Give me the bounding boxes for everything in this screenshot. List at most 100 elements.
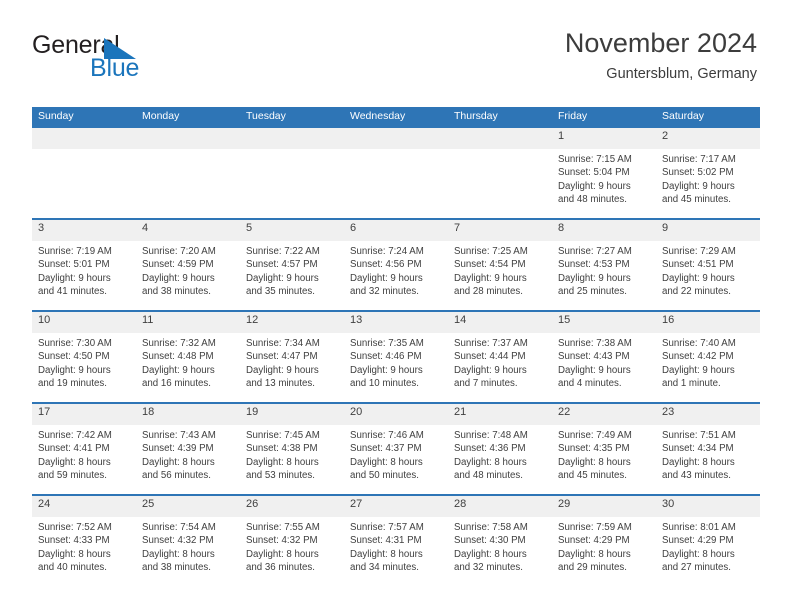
weekday-header-wednesday: Wednesday — [350, 110, 406, 122]
day-number[interactable]: 20 — [344, 404, 448, 425]
sunset-text: Sunset: 5:01 PM — [38, 259, 110, 271]
page-header: General Blue November 2024 Guntersblum, … — [0, 0, 792, 107]
general-blue-logo[interactable]: General Blue — [32, 33, 202, 85]
day-number[interactable]: 23 — [656, 404, 760, 425]
day-number-strip: 3456789 — [32, 220, 760, 241]
sunset-text: Sunset: 4:44 PM — [454, 351, 526, 363]
day-number[interactable]: 9 — [656, 220, 760, 241]
sunset-text: Sunset: 4:33 PM — [38, 535, 110, 547]
day-number[interactable]: 29 — [552, 496, 656, 517]
day-number-empty — [32, 128, 136, 149]
day-number[interactable]: 13 — [344, 312, 448, 333]
day-number[interactable]: 1 — [552, 128, 656, 149]
day-cell[interactable]: Sunrise: 7:17 AM Sunset: 5:02 PM Daylight:… — [656, 149, 760, 218]
daylight-text-line1: Daylight: 8 hours — [38, 456, 111, 468]
daylight-text-line2: and 35 minutes. — [246, 286, 315, 298]
day-cell[interactable]: Sunrise: 7:15 AM Sunset: 5:04 PM Daylight:… — [552, 149, 656, 218]
sunrise-text: Sunrise: 7:59 AM — [558, 522, 632, 533]
day-cell[interactable]: Sunrise: 7:45 AM Sunset: 4:38 PM Daylight:… — [240, 425, 344, 494]
daylight-text-line2: and 59 minutes. — [38, 470, 107, 482]
logo-text-blue: Blue — [90, 54, 140, 82]
day-cell[interactable]: Sunrise: 7:20 AM Sunset: 4:59 PM Daylight:… — [136, 241, 240, 310]
sunrise-text: Sunrise: 7:58 AM — [454, 522, 528, 533]
sunrise-text: Sunrise: 7:34 AM — [246, 338, 320, 349]
daylight-text-line1: Daylight: 8 hours — [454, 548, 527, 560]
day-cell[interactable]: Sunrise: 7:25 AM Sunset: 4:54 PM Daylight:… — [448, 241, 552, 310]
day-cell[interactable]: Sunrise: 7:48 AM Sunset: 4:36 PM Daylight:… — [448, 425, 552, 494]
day-cell-empty — [448, 149, 552, 218]
day-number[interactable]: 22 — [552, 404, 656, 425]
day-cell[interactable]: Sunrise: 7:42 AM Sunset: 4:41 PM Daylight:… — [32, 425, 136, 494]
daylight-text-line2: and 38 minutes. — [142, 286, 211, 298]
daylight-text-line1: Daylight: 9 hours — [350, 272, 423, 284]
sunset-text: Sunset: 4:32 PM — [246, 535, 318, 547]
day-cell[interactable]: Sunrise: 7:30 AM Sunset: 4:50 PM Daylight:… — [32, 333, 136, 402]
sunrise-text: Sunrise: 7:55 AM — [246, 522, 320, 533]
day-number[interactable]: 12 — [240, 312, 344, 333]
day-number[interactable]: 14 — [448, 312, 552, 333]
day-number[interactable]: 6 — [344, 220, 448, 241]
day-number[interactable]: 24 — [32, 496, 136, 517]
day-cell[interactable]: Sunrise: 7:32 AM Sunset: 4:48 PM Daylight:… — [136, 333, 240, 402]
sunset-text: Sunset: 4:51 PM — [662, 259, 734, 271]
day-number[interactable]: 26 — [240, 496, 344, 517]
daylight-text-line2: and 7 minutes. — [454, 378, 518, 390]
day-cell[interactable]: Sunrise: 7:46 AM Sunset: 4:37 PM Daylight:… — [344, 425, 448, 494]
day-cell[interactable]: Sunrise: 7:57 AM Sunset: 4:31 PM Daylight:… — [344, 517, 448, 586]
day-cell[interactable]: Sunrise: 7:54 AM Sunset: 4:32 PM Daylight:… — [136, 517, 240, 586]
day-cell[interactable]: Sunrise: 7:38 AM Sunset: 4:43 PM Daylight:… — [552, 333, 656, 402]
page-subtitle: Guntersblum, Germany — [606, 66, 757, 83]
day-cell[interactable]: Sunrise: 7:37 AM Sunset: 4:44 PM Daylight:… — [448, 333, 552, 402]
day-number[interactable]: 11 — [136, 312, 240, 333]
calendar-page: General Blue November 2024 Guntersblum, … — [0, 0, 792, 612]
sunset-text: Sunset: 4:57 PM — [246, 259, 318, 271]
day-number-empty — [136, 128, 240, 149]
sunset-text: Sunset: 5:04 PM — [558, 167, 630, 179]
day-cell[interactable]: Sunrise: 7:52 AM Sunset: 4:33 PM Daylight:… — [32, 517, 136, 586]
day-number[interactable]: 25 — [136, 496, 240, 517]
day-number[interactable]: 3 — [32, 220, 136, 241]
day-cell[interactable]: Sunrise: 7:58 AM Sunset: 4:30 PM Daylight:… — [448, 517, 552, 586]
day-number[interactable]: 28 — [448, 496, 552, 517]
day-cell[interactable]: Sunrise: 7:19 AM Sunset: 5:01 PM Daylight:… — [32, 241, 136, 310]
sunrise-text: Sunrise: 7:30 AM — [38, 338, 112, 349]
sunset-text: Sunset: 4:43 PM — [558, 351, 630, 363]
sunrise-text: Sunrise: 7:15 AM — [558, 154, 632, 165]
day-detail-strip: Sunrise: 7:52 AM Sunset: 4:33 PM Daylight:… — [32, 517, 760, 586]
day-number[interactable]: 4 — [136, 220, 240, 241]
day-cell[interactable]: Sunrise: 7:55 AM Sunset: 4:32 PM Daylight:… — [240, 517, 344, 586]
day-cell[interactable]: Sunrise: 7:34 AM Sunset: 4:47 PM Daylight:… — [240, 333, 344, 402]
day-cell[interactable]: Sunrise: 7:51 AM Sunset: 4:34 PM Daylight:… — [656, 425, 760, 494]
day-cell[interactable]: Sunrise: 7:27 AM Sunset: 4:53 PM Daylight:… — [552, 241, 656, 310]
day-cell[interactable]: Sunrise: 7:22 AM Sunset: 4:57 PM Daylight:… — [240, 241, 344, 310]
daylight-text-line1: Daylight: 8 hours — [350, 548, 423, 560]
day-number[interactable]: 19 — [240, 404, 344, 425]
day-cell[interactable]: Sunrise: 7:40 AM Sunset: 4:42 PM Daylight:… — [656, 333, 760, 402]
sunrise-text: Sunrise: 7:20 AM — [142, 246, 216, 257]
sunset-text: Sunset: 5:02 PM — [662, 167, 734, 179]
day-number[interactable]: 10 — [32, 312, 136, 333]
day-number[interactable]: 27 — [344, 496, 448, 517]
day-cell[interactable]: Sunrise: 7:35 AM Sunset: 4:46 PM Daylight:… — [344, 333, 448, 402]
day-number[interactable]: 30 — [656, 496, 760, 517]
day-number[interactable]: 21 — [448, 404, 552, 425]
day-number[interactable]: 5 — [240, 220, 344, 241]
day-number[interactable]: 17 — [32, 404, 136, 425]
daylight-text-line2: and 40 minutes. — [38, 562, 107, 574]
day-number[interactable]: 18 — [136, 404, 240, 425]
day-cell[interactable]: Sunrise: 7:59 AM Sunset: 4:29 PM Daylight:… — [552, 517, 656, 586]
day-number[interactable]: 16 — [656, 312, 760, 333]
day-number[interactable]: 7 — [448, 220, 552, 241]
day-cell[interactable]: Sunrise: 7:29 AM Sunset: 4:51 PM Daylight:… — [656, 241, 760, 310]
day-cell[interactable]: Sunrise: 8:01 AM Sunset: 4:29 PM Daylight:… — [656, 517, 760, 586]
day-cell[interactable]: Sunrise: 7:43 AM Sunset: 4:39 PM Daylight:… — [136, 425, 240, 494]
sunrise-text: Sunrise: 7:29 AM — [662, 246, 736, 257]
day-number[interactable]: 2 — [656, 128, 760, 149]
day-cell[interactable]: Sunrise: 7:49 AM Sunset: 4:35 PM Daylight:… — [552, 425, 656, 494]
day-number[interactable]: 8 — [552, 220, 656, 241]
day-number[interactable]: 15 — [552, 312, 656, 333]
calendar-week-row: 3 4 5 6 7 8 9 Sunrise: 7:19 AM Sunset: 5:01 PM Da… — [32, 218, 760, 310]
day-detail-strip: Sunrise: 7:15 AM Sunset: 5:04 PM Daylight:… — [32, 149, 760, 218]
day-cell[interactable]: Sunrise: 7:24 AM Sunset: 4:56 PM Daylight:… — [344, 241, 448, 310]
daylight-text-line1: Daylight: 8 hours — [558, 548, 631, 560]
